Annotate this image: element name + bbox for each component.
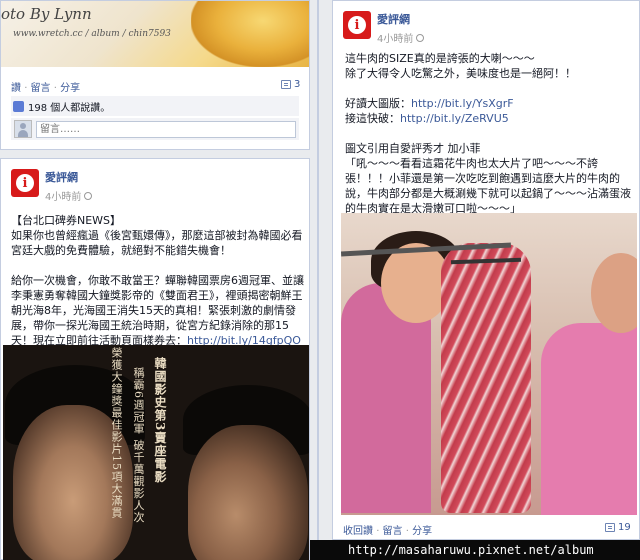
watermark-strip (310, 540, 344, 560)
large-image-link[interactable]: http://bit.ly/YsXgrF (411, 97, 514, 110)
post-body: 這牛肉的SIZE真的是誇張的大喇～～～ 除了大得令人吃驚之外，美味度也是一絕阿！… (345, 51, 635, 216)
comment-count[interactable]: 19 (605, 522, 631, 533)
quick-link-label: 接這快破： (345, 112, 400, 125)
photo-watermark: oto By Lynn (1, 5, 92, 23)
post-card-beef: i 愛評網 4小時前 這牛肉的SIZE真的是誇張的大喇～～～ 除了大得令人吃驚之… (332, 0, 640, 540)
post-body-intro: 這牛肉的SIZE真的是誇張的大喇～～～ 除了大得令人吃驚之外，美味度也是一絕阿！… (345, 52, 576, 80)
comment-composer (11, 118, 299, 140)
poster-caption-2: 稱霸6週冠軍 破千萬觀影人次 (132, 367, 145, 524)
photo-beef-slice (441, 243, 531, 513)
likes-summary[interactable]: 198 個人都說讚。 (11, 96, 299, 116)
globe-icon (416, 33, 425, 42)
timestamp-text: 4小時前 (45, 192, 82, 203)
poster-face-right (188, 425, 308, 560)
globe-icon (84, 191, 93, 200)
share-link[interactable]: 分享 (412, 526, 432, 537)
like-link[interactable]: 讚 (11, 83, 21, 94)
movie-poster-image[interactable]: 韓國影史第3賣座電影 稱霸6週冠軍 破千萬觀影人次 榮獲大鐘獎最佳影片15項大滿… (3, 345, 309, 560)
share-link[interactable]: 分享 (60, 83, 80, 94)
comment-count-value: 3 (294, 79, 301, 90)
photo-person-right (541, 323, 637, 515)
likes-text: 198 個人都說讚。 (28, 102, 111, 114)
post-actions: 收回讚 · 留言 · 分享 (343, 526, 433, 537)
page-avatar[interactable]: i (343, 11, 371, 39)
comment-count-value: 19 (618, 522, 631, 533)
page-avatar[interactable]: i (11, 169, 39, 197)
poster-caption-1: 韓國影史第3賣座電影 (153, 357, 167, 484)
post-photo[interactable]: oto By Lynn www.wretch.cc / album / chin… (1, 1, 309, 67)
post-body-quote: 圖文引用自愛評秀才 加小菲 「吼～～～看看這霜花牛肉也太大片了吧～～～不誇張！！… (345, 142, 631, 215)
avatar (14, 120, 32, 138)
post-body-text: 【台北口碑券NEWS】 如果你也曾經瘋過《後宮甄嬛傳》，那麼這部被封為韓國必看宮… (11, 214, 304, 347)
unlike-link[interactable]: 收回讚 (343, 526, 373, 537)
post-timestamp[interactable]: 4小時前 (45, 188, 93, 203)
source-watermark-url: http://masaharuwu.pixnet.net/album (344, 540, 640, 560)
post-card-movie: i 愛評網 4小時前 【台北口碑券NEWS】 如果你也曾經瘋過《後宮甄嬛傳》，那… (0, 158, 310, 560)
post-timestamp[interactable]: 4小時前 (377, 30, 425, 45)
comment-bubble-icon (281, 80, 291, 89)
page-name[interactable]: 愛評網 (377, 11, 424, 27)
info-logo-icon: i (348, 16, 366, 34)
timestamp-text: 4小時前 (377, 34, 414, 45)
page-name[interactable]: 愛評網 (45, 169, 92, 185)
post-header: i 愛評網 4小時前 (343, 11, 425, 45)
poster-caption-3: 榮獲大鐘獎最佳影片15項大滿貫 (110, 347, 123, 519)
comment-input[interactable] (36, 120, 296, 138)
food-image (191, 1, 309, 67)
post-actions: 讚 · 留言 · 分享 (11, 83, 81, 94)
quick-link[interactable]: http://bit.ly/ZeRVU5 (400, 112, 509, 125)
comment-count[interactable]: 3 (281, 79, 300, 90)
thumbs-up-icon (13, 100, 24, 112)
post-header: i 愛評網 4小時前 (11, 169, 93, 203)
large-image-label: 好讀大圖版： (345, 97, 411, 110)
info-logo-icon: i (16, 174, 34, 192)
beef-photo[interactable] (341, 213, 637, 515)
photo-watermark-url: www.wretch.cc / album / chin7593 (13, 29, 171, 39)
comment-bubble-icon (605, 523, 615, 532)
comment-link[interactable]: 留言 (31, 83, 51, 94)
comment-link[interactable]: 留言 (383, 526, 403, 537)
timeline-spine (317, 0, 319, 560)
previous-post-card: oto By Lynn www.wretch.cc / album / chin… (0, 0, 310, 150)
post-body: 【台北口碑券NEWS】 如果你也曾經瘋過《後宮甄嬛傳》，那麼這部被封為韓國必看宮… (11, 213, 305, 348)
